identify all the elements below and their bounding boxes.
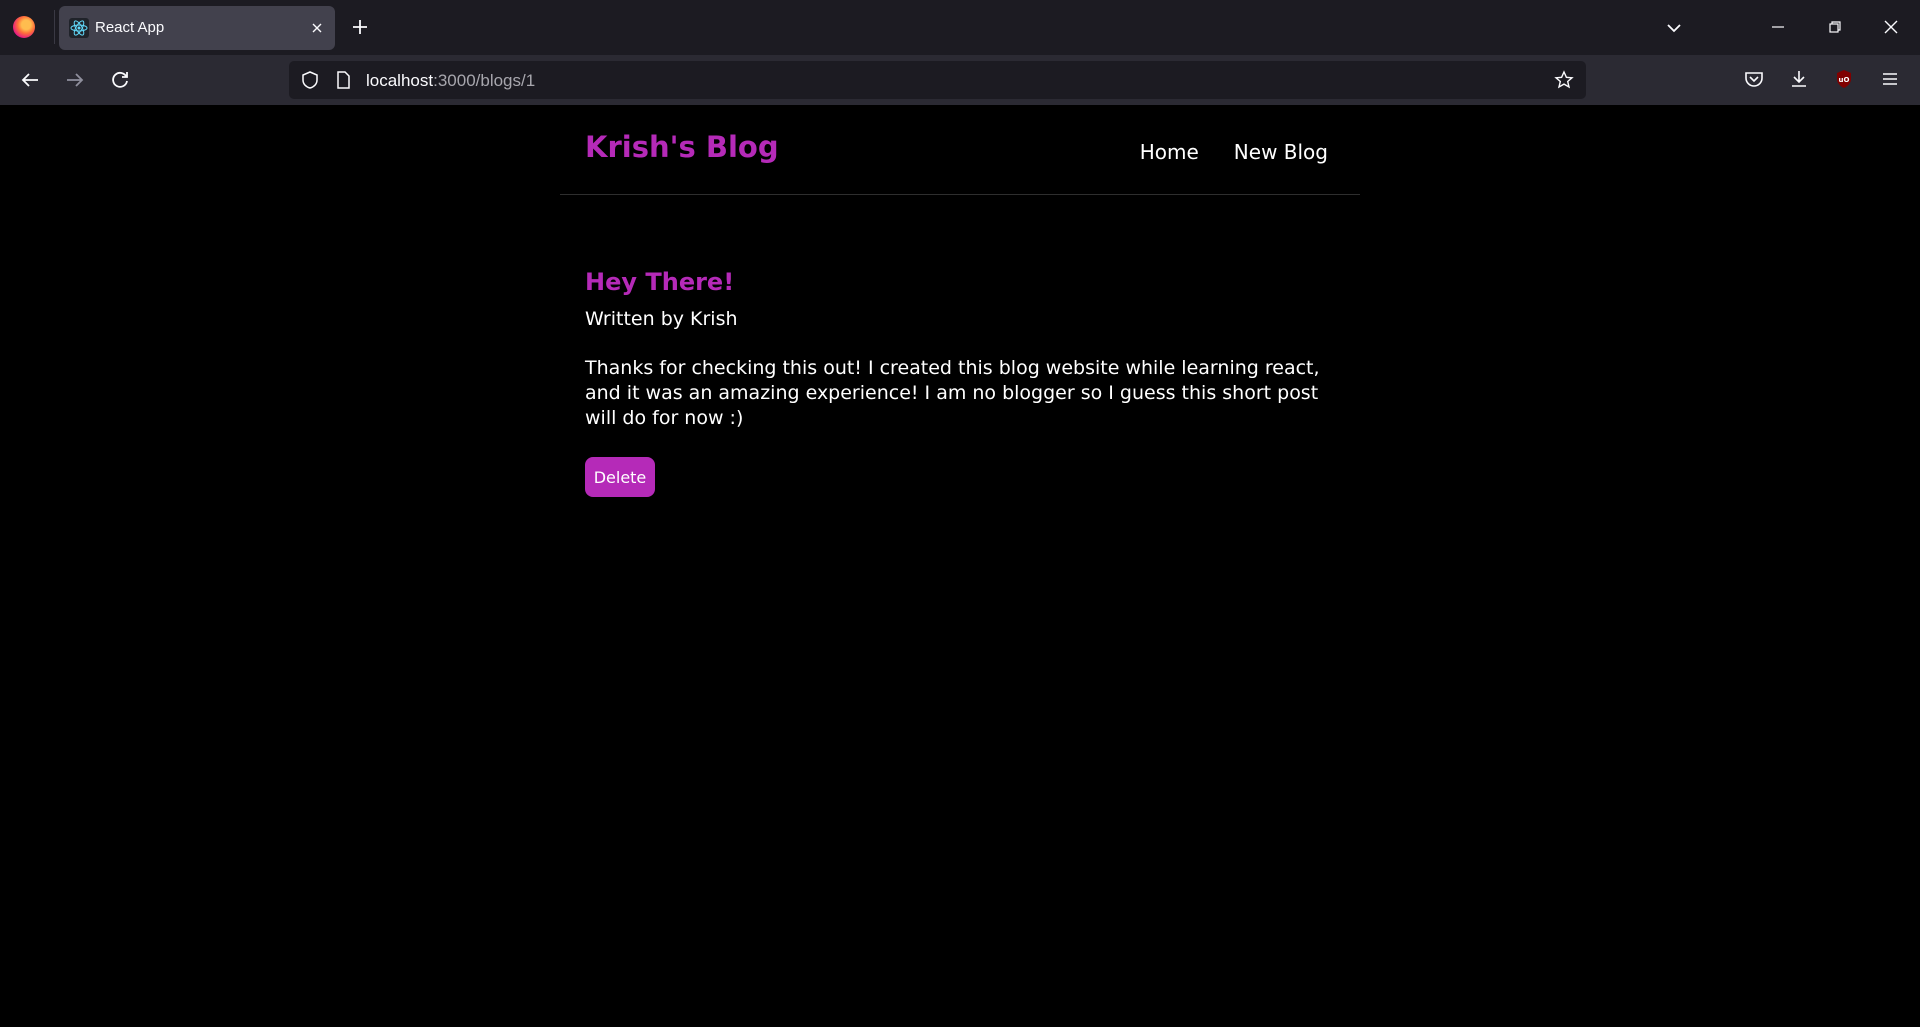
url-path: :3000/blogs/1 (433, 71, 536, 90)
url-host: localhost (366, 71, 434, 90)
pocket-icon[interactable] (1742, 67, 1766, 91)
minimize-window-icon[interactable] (1768, 17, 1788, 37)
shield-icon[interactable] (300, 70, 320, 90)
blog-title: Hey There! (585, 268, 735, 296)
menu-hamburger-icon[interactable] (1878, 67, 1902, 91)
url-bar[interactable]: localhost:3000/blogs/1 (289, 61, 1586, 99)
react-logo-icon (69, 18, 89, 38)
restore-window-icon[interactable] (1825, 17, 1845, 37)
new-blog-link[interactable]: New Blog (1234, 140, 1328, 164)
site-title: Krish's Blog (585, 130, 779, 164)
browser-tab-strip: React App (0, 0, 1920, 55)
ublock-origin-icon[interactable]: uO (1832, 67, 1856, 91)
blog-author: Written by Krish (585, 308, 738, 330)
chevron-down-icon[interactable] (1664, 18, 1684, 38)
tab-separator (54, 10, 55, 44)
new-tab-icon[interactable] (350, 17, 370, 37)
close-tab-icon[interactable] (309, 20, 325, 36)
back-arrow-icon[interactable] (18, 68, 42, 92)
delete-button[interactable]: Delete (585, 457, 655, 497)
url-text[interactable]: localhost:3000/blogs/1 (366, 71, 535, 91)
blog-details: Hey There! Written by Krish Thanks for c… (585, 268, 1330, 497)
browser-tab[interactable]: React App (59, 6, 335, 50)
download-icon[interactable] (1787, 67, 1811, 91)
page-icon[interactable] (333, 70, 353, 90)
close-window-icon[interactable] (1881, 17, 1901, 37)
home-link[interactable]: Home (1140, 140, 1199, 164)
forward-arrow-icon[interactable] (63, 68, 87, 92)
svg-text:uO: uO (1839, 76, 1850, 84)
bookmark-star-icon[interactable] (1554, 70, 1574, 90)
blog-body: Thanks for checking this out! I created … (585, 357, 1320, 429)
reload-icon[interactable] (108, 68, 132, 92)
nav-links: Home New Blog (1140, 140, 1328, 164)
browser-toolbar: localhost:3000/blogs/1 uO (0, 55, 1920, 105)
firefox-logo-icon[interactable] (13, 16, 35, 38)
tab-title: React App (95, 19, 165, 36)
site-navbar: Krish's Blog Home New Blog (560, 105, 1360, 195)
